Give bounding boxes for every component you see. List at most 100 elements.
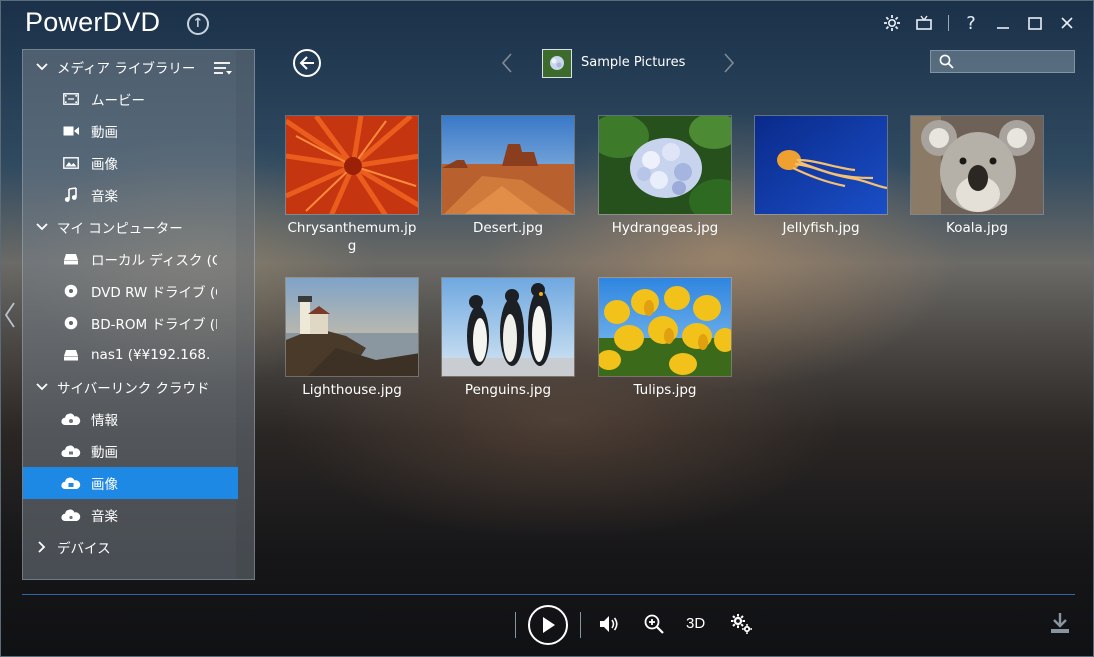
folder-thumbnail (542, 49, 572, 78)
sort-menu-icon[interactable] (213, 60, 233, 79)
sidebar-item-cloud-videos[interactable]: 動画 (23, 435, 238, 467)
sidebar-item-local-disk[interactable]: ローカル ディスク (C:) (23, 243, 238, 275)
file-tile-lighthouse[interactable]: Lighthouse.jpg (284, 277, 420, 399)
previous-folder-icon[interactable] (501, 53, 513, 77)
sidebar-item-label: nas1 (¥¥192.168. (91, 347, 211, 363)
collapse-sidebar-icon[interactable] (4, 301, 16, 333)
player-settings-icon[interactable] (730, 613, 754, 639)
file-tile-koala[interactable]: Koala.jpg (909, 115, 1045, 237)
sidebar-item-cloud-music[interactable]: 音楽 (23, 499, 238, 531)
sidebar-item-label: 音楽 (91, 189, 118, 205)
cloud-icon (61, 509, 81, 522)
section-cyberlink-cloud[interactable]: サイバーリンク クラウド (23, 371, 238, 403)
player-separator (515, 612, 516, 638)
sidebar-item-label: BD-ROM ドライブ (R (91, 317, 217, 333)
sidebar-item-label: ローカル ディスク (C:) (91, 253, 217, 269)
sidebar-item-label: 動画 (91, 125, 118, 141)
thumbnail-image (598, 277, 732, 377)
section-label: デバイス (57, 541, 111, 557)
file-tile-penguins[interactable]: Penguins.jpg (440, 277, 576, 399)
search-box[interactable] (930, 50, 1075, 73)
minimize-icon[interactable] (992, 9, 1014, 37)
thumbnail-image (285, 115, 419, 215)
file-name: Chrysanthemum.jpg (287, 220, 417, 254)
zoom-in-icon[interactable] (643, 613, 665, 639)
music-note-icon (61, 187, 81, 203)
sidebar-item-dvd-drive[interactable]: DVD RW ドライブ (Q (23, 275, 238, 307)
sidebar-item-cloud-info[interactable]: 情報 (23, 403, 238, 435)
cloud-icon (61, 445, 81, 458)
file-tile-jellyfish[interactable]: Jellyfish.jpg (753, 115, 889, 237)
sidebar-item-cloud-images[interactable]: 画像 (23, 467, 238, 499)
thumbnail-image (754, 115, 888, 215)
chevron-down-icon (35, 63, 49, 71)
search-input[interactable] (959, 51, 1071, 72)
sidebar: メディア ライブラリー ムービー 動画 画像 音楽 マイ コンピューター ローカ… (22, 49, 255, 580)
section-label: メディア ライブラリー (57, 61, 196, 77)
file-tile-desert[interactable]: Desert.jpg (440, 115, 576, 237)
file-name: Tulips.jpg (633, 382, 697, 398)
chevron-right-icon (35, 541, 49, 553)
disc-icon (61, 284, 81, 298)
thumbnail-image (441, 277, 575, 377)
section-media-library[interactable]: メディア ライブラリー (23, 51, 238, 83)
sidebar-item-videos[interactable]: 動画 (23, 115, 238, 147)
sidebar-item-music[interactable]: 音楽 (23, 179, 238, 211)
thumbnail-image (441, 115, 575, 215)
file-name: Hydrangeas.jpg (611, 220, 719, 236)
maximize-icon[interactable] (1024, 9, 1046, 37)
file-tile-tulips[interactable]: Tulips.jpg (597, 277, 733, 399)
thumbnail-image (598, 115, 732, 215)
sidebar-item-label: 画像 (91, 157, 118, 173)
tv-mode-icon[interactable] (913, 9, 935, 37)
settings-gear-icon[interactable] (881, 9, 903, 37)
3d-mode-button[interactable]: 3D (686, 615, 705, 632)
sidebar-scrollbar[interactable] (236, 50, 254, 579)
download-icon[interactable] (1050, 612, 1070, 638)
section-my-computer[interactable]: マイ コンピューター (23, 211, 238, 243)
sidebar-item-images[interactable]: 画像 (23, 147, 238, 179)
sidebar-item-label: DVD RW ドライブ (Q (91, 285, 217, 301)
current-folder-name: Sample Pictures (581, 55, 686, 70)
thumbnail-image (910, 115, 1044, 215)
section-devices[interactable]: デバイス (23, 531, 238, 563)
section-label: マイ コンピューター (57, 221, 183, 237)
disc-icon (61, 316, 81, 330)
close-icon[interactable] (1056, 9, 1078, 37)
section-label: サイバーリンク クラウド (57, 381, 210, 397)
network-drive-icon (61, 349, 81, 361)
sidebar-item-movies[interactable]: ムービー (23, 83, 238, 115)
sidebar-item-bd-drive[interactable]: BD-ROM ドライブ (R (23, 307, 238, 339)
hard-drive-icon (61, 253, 81, 265)
film-icon (61, 93, 81, 105)
file-tile-hydrangeas[interactable]: Hydrangeas.jpg (597, 115, 733, 237)
sidebar-item-nas[interactable]: nas1 (¥¥192.168. (23, 339, 238, 371)
file-name: Jellyfish.jpg (782, 220, 860, 236)
file-name: Koala.jpg (946, 220, 1008, 236)
chevron-down-icon (35, 223, 49, 231)
volume-icon[interactable] (598, 613, 620, 639)
file-name: Desert.jpg (472, 220, 544, 236)
sidebar-item-label: 情報 (91, 413, 118, 429)
image-icon (61, 157, 81, 169)
file-tile-chrysanthemum[interactable]: Chrysanthemum.jpg (284, 115, 420, 255)
file-name: Lighthouse.jpg (302, 382, 402, 398)
powerdvd-window: PowerDVD ↑ ? メディア ライブラリー ムービー 動画 画像 音楽 マ… (0, 0, 1094, 657)
cloud-icon (61, 477, 81, 490)
player-separator (580, 612, 581, 638)
next-folder-icon[interactable] (723, 53, 735, 77)
help-icon[interactable]: ? (960, 9, 982, 37)
play-icon (543, 617, 555, 633)
sidebar-item-label: 動画 (91, 445, 118, 461)
search-icon (939, 54, 954, 73)
player-bar-divider (22, 594, 1075, 595)
app-title: PowerDVD (25, 7, 161, 37)
video-camera-icon (61, 125, 81, 137)
sidebar-item-label: ムービー (91, 93, 145, 109)
title-bar-divider (948, 15, 949, 31)
upgrade-icon[interactable]: ↑ (187, 13, 209, 35)
play-button[interactable] (528, 605, 568, 645)
chevron-down-icon (35, 383, 49, 391)
sidebar-item-label: 画像 (91, 477, 118, 493)
back-button[interactable] (293, 49, 321, 77)
